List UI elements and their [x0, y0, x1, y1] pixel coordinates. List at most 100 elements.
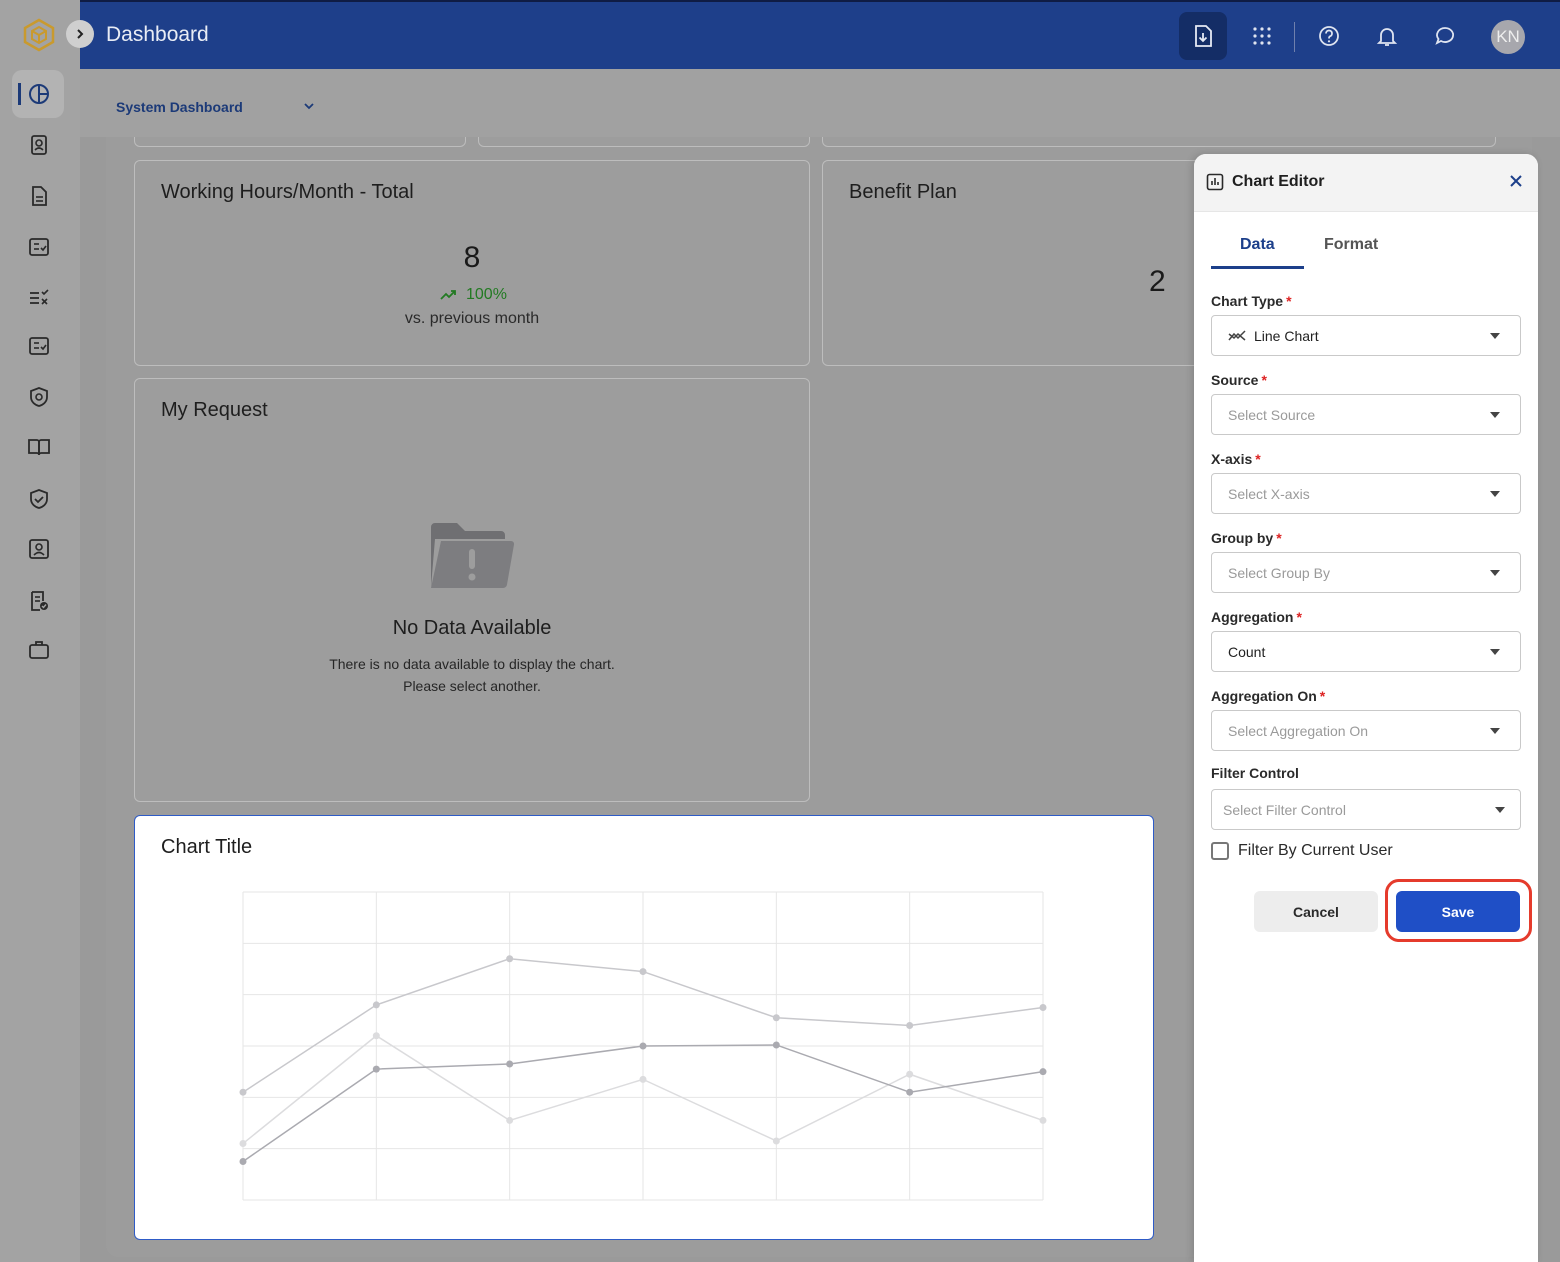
close-icon[interactable] [1508, 173, 1524, 189]
required-mark: * [1276, 530, 1282, 546]
data-point [772, 1014, 780, 1022]
chart-editor-panel: Chart Editor Data Format Chart Type * Lin… [1194, 154, 1538, 1262]
sidebar-item-library[interactable] [24, 432, 54, 462]
app-logo-icon[interactable] [22, 18, 56, 52]
widget-card-partial [478, 137, 810, 147]
checkbox-label[interactable]: Filter By Current User [1238, 842, 1393, 860]
chart-type-label: Chart Type * [1211, 293, 1292, 309]
filter-by-current-user-checkbox[interactable] [1211, 842, 1229, 860]
dashboard-icon [29, 84, 49, 104]
bell-icon [1376, 28, 1398, 46]
sidebar-expand-button[interactable] [66, 20, 94, 48]
caret-down-icon [1490, 649, 1500, 655]
required-mark: * [1319, 688, 1326, 704]
sidebar-item-security[interactable] [24, 382, 54, 412]
data-point [1039, 1068, 1047, 1076]
apps-button[interactable] [1238, 12, 1286, 60]
empty-state-description: There is no data available to display th… [135, 653, 809, 697]
security-badge-icon [30, 387, 48, 407]
field-label-text: Source [1211, 372, 1259, 388]
caret-down-icon [1490, 491, 1500, 497]
notifications-button[interactable] [1363, 12, 1411, 60]
kpi-value: 8 [463, 241, 481, 274]
sidebar-item-compliance[interactable] [24, 484, 54, 514]
help-button[interactable] [1305, 12, 1353, 60]
data-point [372, 1001, 380, 1009]
required-mark: * [1286, 293, 1292, 309]
tab-format[interactable]: Format [1324, 236, 1378, 254]
header-separator [1294, 22, 1295, 52]
aggregation-on-label: Aggregation On * [1211, 688, 1325, 704]
sidebar-item-approvals[interactable] [24, 586, 54, 616]
line-chart-icon [1228, 330, 1246, 341]
download-icon [1195, 25, 1212, 47]
card-title: Benefit Plan [849, 181, 957, 203]
trend-percent: 100% [466, 286, 507, 303]
aggregation-select[interactable]: Count [1211, 631, 1521, 672]
aggregation-on-select[interactable]: Select Aggregation On [1211, 710, 1521, 751]
sidebar-item-tasks[interactable] [24, 282, 54, 312]
source-select[interactable]: Select Source [1211, 394, 1521, 435]
caret-down-icon [1490, 570, 1500, 576]
data-point [239, 1158, 247, 1165]
active-indicator [18, 83, 21, 105]
my-request-card[interactable]: My Request No Data Available There is no… [134, 378, 810, 802]
field-label-text: Chart Type [1211, 293, 1284, 309]
sidebar-item-jobs[interactable] [24, 635, 54, 665]
line-chart [239, 891, 1047, 1201]
select-placeholder: Select Group By [1228, 565, 1330, 581]
working-hours-card[interactable]: Working Hours/Month - Total 8 100% vs. p… [134, 160, 810, 366]
source-label: Source * [1211, 372, 1267, 388]
chevron-down-icon[interactable] [302, 99, 316, 113]
panel-title: Chart Editor [1232, 173, 1325, 190]
user-avatar[interactable]: KN [1491, 20, 1525, 54]
briefcase-icon [29, 641, 49, 659]
data-point [639, 1042, 647, 1050]
data-point [1039, 1004, 1047, 1011]
dashboard-toolbar: System Dashboard [80, 69, 1560, 137]
select-placeholder: Select X-axis [1228, 486, 1310, 502]
group-by-select[interactable]: Select Group By [1211, 552, 1521, 593]
kpi-value: 2 [1149, 265, 1166, 298]
data-point [1039, 1116, 1047, 1124]
download-button[interactable] [1179, 12, 1227, 60]
caret-down-icon [1490, 333, 1500, 339]
x-axis-label: X-axis * [1211, 451, 1261, 467]
data-point [239, 1140, 247, 1148]
data-point [906, 1070, 914, 1078]
caret-down-icon [1490, 728, 1500, 734]
bar-chart-icon [1206, 173, 1224, 191]
sidebar-item-contacts[interactable] [24, 130, 54, 160]
sidebar-item-reports[interactable] [24, 331, 54, 361]
cancel-button[interactable]: Cancel [1254, 891, 1378, 932]
chart-type-select[interactable]: Line Chart [1211, 315, 1521, 356]
card-title: Working Hours/Month - Total [161, 181, 414, 203]
chart-preview-card[interactable]: Chart Title [134, 815, 1154, 1240]
data-point [239, 1088, 247, 1096]
sidebar-item-profile[interactable] [24, 534, 54, 564]
chat-button[interactable] [1421, 12, 1469, 60]
data-point [372, 1032, 380, 1040]
filter-control-select[interactable]: Select Filter Control [1211, 789, 1521, 830]
card-title: My Request [161, 399, 268, 421]
sidebar [0, 0, 80, 1262]
chevron-right-icon [77, 29, 84, 39]
required-mark: * [1261, 372, 1267, 388]
data-point [372, 1065, 380, 1073]
widget-card-partial [822, 137, 1496, 147]
sidebar-item-documents[interactable] [24, 181, 54, 211]
empty-state-line: There is no data available to display th… [329, 656, 615, 672]
sidebar-item-dashboard[interactable] [12, 70, 64, 118]
tab-data[interactable]: Data [1240, 236, 1275, 254]
data-point [639, 968, 647, 976]
contact-card-icon [31, 135, 47, 155]
widget-card-partial [134, 137, 466, 147]
dashboard-select[interactable]: System Dashboard [116, 99, 243, 115]
trend-up-icon [440, 290, 456, 300]
select-placeholder: Select Aggregation On [1228, 723, 1369, 739]
active-tab-indicator [1211, 266, 1304, 269]
data-point [639, 1075, 647, 1083]
x-axis-select[interactable]: Select X-axis [1211, 473, 1521, 514]
caret-down-icon [1495, 807, 1505, 813]
sidebar-item-checklist[interactable] [24, 232, 54, 262]
